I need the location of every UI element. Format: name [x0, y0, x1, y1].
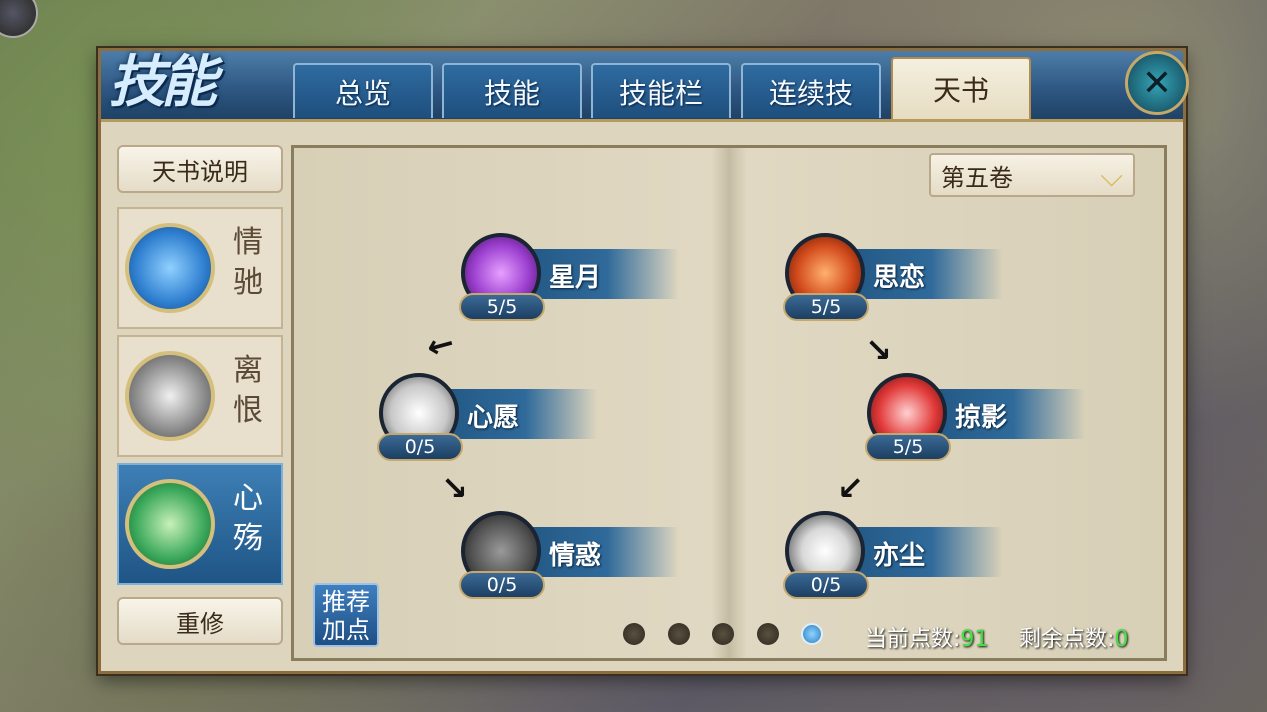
- arrow-down-right-icon: ↘: [441, 469, 468, 507]
- remaining-points: 剩余点数:0: [1019, 621, 1128, 653]
- skill-level: 5/5: [865, 433, 951, 461]
- window-title: 技能: [109, 49, 217, 115]
- tab-skills[interactable]: 技能: [442, 63, 582, 118]
- skill-level: 5/5: [783, 293, 869, 321]
- skill-node-lueying[interactable]: 掠影 5/5: [855, 373, 1095, 463]
- skill-name: 思恋: [873, 263, 926, 293]
- skill-node-silian[interactable]: 思恋 5/5: [773, 233, 1013, 323]
- arrow-down-right-icon: ↘: [865, 331, 892, 369]
- tab-combo[interactable]: 连续技: [741, 63, 881, 118]
- skill-level: 0/5: [783, 571, 869, 599]
- close-button[interactable]: ✕: [1125, 51, 1189, 115]
- current-points-value: 91: [960, 627, 989, 652]
- skill-node-xinyuan[interactable]: 心愿 0/5: [367, 373, 607, 463]
- remaining-points-label: 剩余点数:: [1019, 627, 1115, 652]
- current-points-label: 当前点数:: [865, 627, 961, 652]
- page-indicator-dot[interactable]: [712, 623, 734, 645]
- lotus-grey-icon: [125, 351, 215, 441]
- school-name: 离恨: [233, 353, 263, 428]
- skill-name: 亦尘: [873, 541, 926, 571]
- school-lihen[interactable]: 离恨: [117, 335, 283, 457]
- skill-level: 0/5: [377, 433, 463, 461]
- volume-selected: 第五卷: [941, 163, 1013, 192]
- chevron-down-icon: ⌵: [1100, 159, 1123, 194]
- page-indicator-dot[interactable]: [668, 623, 690, 645]
- page-indicator-dot[interactable]: [623, 623, 645, 645]
- skill-name: 掠影: [955, 403, 1008, 433]
- book-help-button[interactable]: 天书说明: [117, 145, 283, 193]
- skill-name: 星月: [549, 263, 602, 293]
- skill-name: 心愿: [467, 403, 520, 433]
- current-points: 当前点数:91: [865, 621, 988, 653]
- page-indicator-dot-active[interactable]: [801, 623, 823, 645]
- skill-level: 0/5: [459, 571, 545, 599]
- tab-overview[interactable]: 总览: [293, 63, 433, 118]
- school-name: 情驰: [233, 225, 263, 300]
- skill-window: 技能 总览 技能 技能栏 连续技 天书 ✕ 天书说明 情驰 离恨 心殇 重修 ❮…: [98, 48, 1189, 674]
- school-name: 心殇: [233, 481, 263, 556]
- close-icon: ✕: [1141, 62, 1173, 104]
- arrow-down-left-icon: ↙: [837, 469, 864, 507]
- title-bar: 技能 总览 技能 技能栏 连续技 天书 ✕: [101, 49, 1189, 122]
- skill-node-qinghuo[interactable]: 情惑 0/5: [449, 511, 689, 601]
- remaining-points-value: 0: [1114, 627, 1129, 652]
- lotus-blue-icon: [125, 223, 215, 313]
- tab-heavenly-book[interactable]: 天书: [891, 57, 1031, 119]
- volume-dropdown[interactable]: 第五卷 ⌵: [929, 153, 1135, 197]
- school-xinshang[interactable]: 心殇: [117, 463, 283, 585]
- school-qingchi[interactable]: 情驰: [117, 207, 283, 329]
- lotus-green-icon: [125, 479, 215, 569]
- skill-level: 5/5: [459, 293, 545, 321]
- reset-button[interactable]: 重修: [117, 597, 283, 645]
- skill-node-xingyue[interactable]: 星月 5/5: [449, 233, 689, 323]
- skill-node-yichen[interactable]: 亦尘 0/5: [773, 511, 1013, 601]
- skill-name: 情惑: [549, 541, 602, 571]
- page-indicator-dot[interactable]: [757, 623, 779, 645]
- tab-skill-bar[interactable]: 技能栏: [591, 63, 731, 118]
- recommend-points-button[interactable]: 推荐加点: [313, 583, 379, 647]
